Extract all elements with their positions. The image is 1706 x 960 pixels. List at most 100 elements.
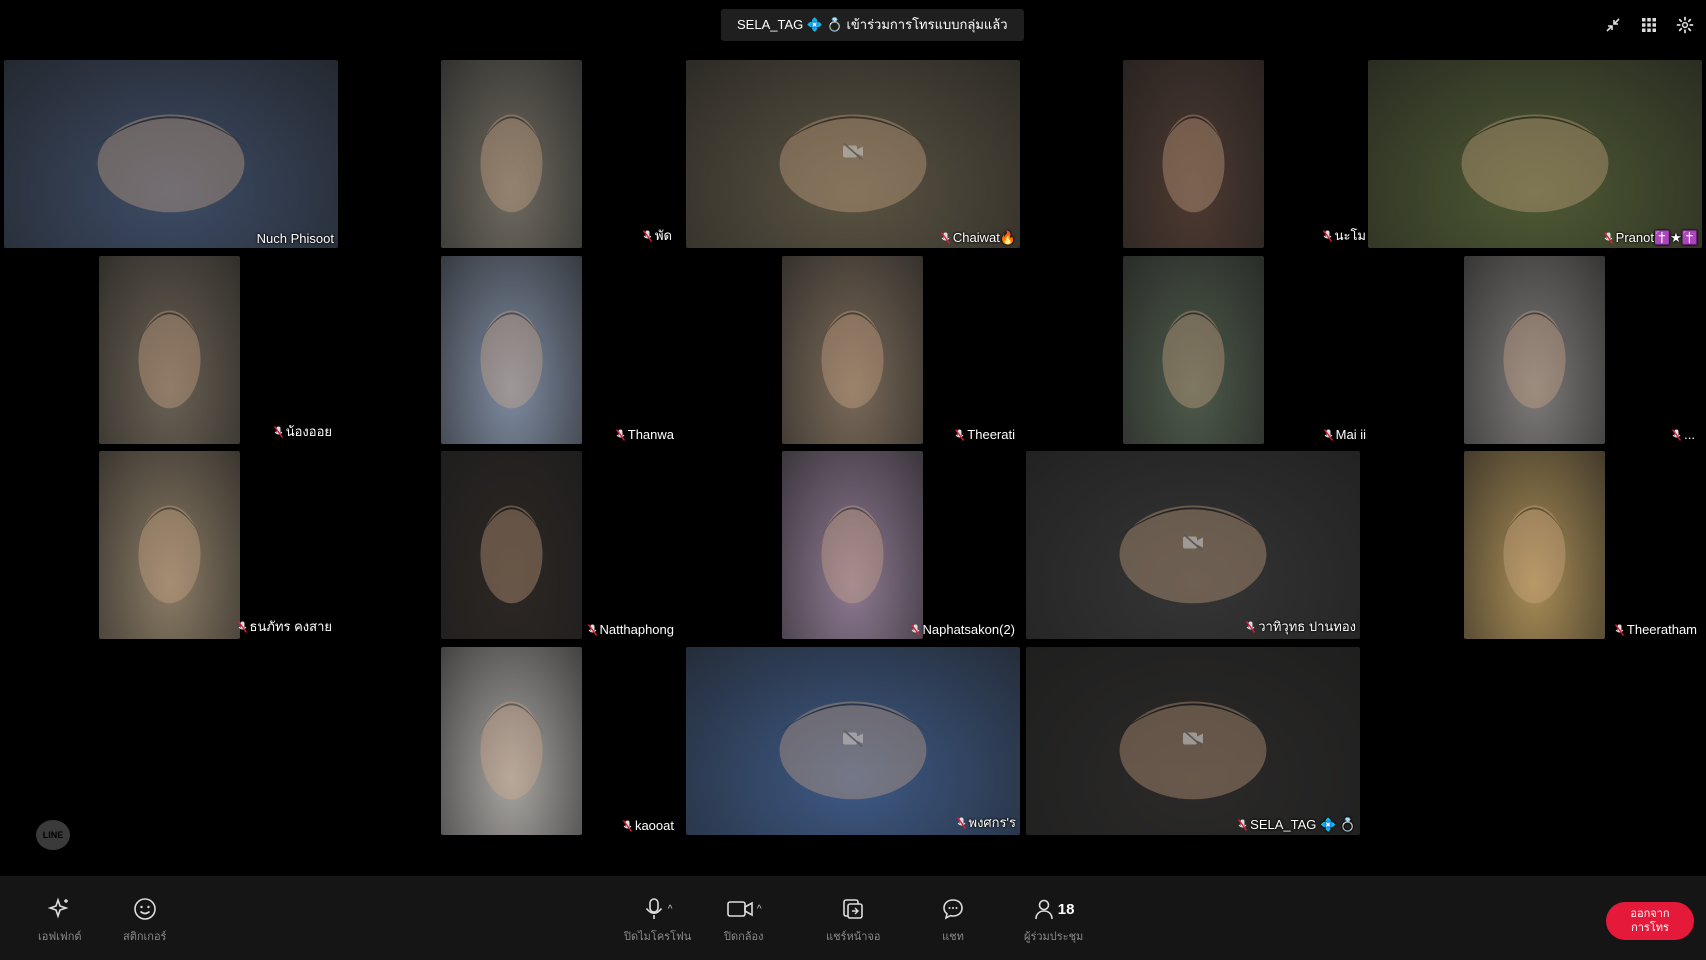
- participant-tile[interactable]: Thanwa: [441, 256, 674, 444]
- participant-name-tag: SELA_TAG 💠 💍: [1238, 817, 1356, 833]
- camera-off-icon: [1182, 533, 1204, 557]
- participant-name-tag: kaooat: [622, 818, 674, 833]
- camera-button[interactable]: ^ ปิดกล้อง: [724, 896, 764, 945]
- mic-muted-icon: [622, 819, 633, 832]
- effects-button[interactable]: เอฟเฟกต์: [38, 896, 82, 945]
- participant-name: Mai ii: [1335, 427, 1366, 442]
- participant-tile[interactable]: น้องออย: [99, 256, 332, 444]
- participant-name: พัด: [654, 228, 672, 243]
- participant-video: [441, 60, 582, 248]
- participant-video: [99, 256, 240, 444]
- participant-name: วาทิวุทธ ปานทอง: [1258, 619, 1356, 634]
- participant-name-tag: Nuch Phisoot: [257, 231, 334, 246]
- participant-video: [441, 451, 582, 639]
- participant-name: Natthaphong: [599, 622, 674, 637]
- participant-name: นะโม: [1334, 228, 1366, 243]
- smiley-icon: [133, 898, 156, 920]
- mic-muted-icon: [1246, 620, 1256, 633]
- participants-count: 18: [1057, 900, 1075, 918]
- participant-name: Pranot✝️★✝️: [1615, 230, 1698, 245]
- leave-call-button[interactable]: ออกจาก การโทร: [1606, 902, 1694, 940]
- mic-muted-icon: [273, 425, 283, 438]
- chat-icon: [943, 899, 963, 920]
- participant-name-tag: Thanwa: [615, 427, 674, 442]
- participant-tile[interactable]: kaooat: [441, 647, 674, 835]
- participant-tile[interactable]: ...: [1464, 256, 1695, 444]
- participant-video: [1123, 60, 1264, 248]
- participant-name-tag: Naphatsakon(2): [910, 622, 1016, 637]
- participant-tile[interactable]: Naphatsakon(2): [782, 451, 1015, 639]
- participant-video: [1123, 256, 1264, 444]
- camera-off-icon: [842, 729, 864, 753]
- participant-name-tag: Mai ii: [1323, 427, 1366, 442]
- participant-name-tag: ...: [1672, 427, 1695, 442]
- participant-tile[interactable]: วาทิวุทธ ปานทอง: [1026, 451, 1360, 639]
- participant-name: ธนภัทร คงสาย: [249, 619, 332, 634]
- participant-tile[interactable]: ธนภัทร คงสาย: [99, 451, 332, 639]
- mic-muted-icon: [940, 232, 950, 244]
- participant-name-tag: Pranot✝️★✝️: [1603, 230, 1698, 246]
- mic-muted-icon: [642, 229, 653, 242]
- participant-tile[interactable]: พงศกร'ร: [686, 647, 1020, 835]
- participant-video: [782, 256, 923, 444]
- participant-video: [1464, 451, 1605, 639]
- participant-video: [441, 647, 582, 835]
- participants-button[interactable]: 18 ผู้ร่วมประชุม: [1024, 896, 1083, 945]
- mic-muted-icon: [1322, 229, 1332, 242]
- chevron-up-icon[interactable]: ^: [668, 904, 673, 915]
- participant-tile[interactable]: นะโม: [1123, 60, 1366, 248]
- mic-muted-icon: [237, 620, 247, 633]
- sparkle-icon: [47, 897, 69, 919]
- participant-name-tag: น้องออย: [273, 421, 332, 442]
- share-screen-icon: [843, 899, 864, 919]
- participant-name: Nuch Phisoot: [256, 231, 334, 246]
- line-logo: LINE: [36, 820, 70, 850]
- grid-view-icon[interactable]: [1638, 14, 1660, 36]
- participant-tile[interactable]: Theerati: [782, 256, 1015, 444]
- bottom-toolbar: เอฟเฟกต์ สติกเกอร์ ^ ปิดไมโครโฟน ^ ปิดกล…: [0, 876, 1706, 960]
- participant-tile[interactable]: Nuch Phisoot: [4, 60, 338, 248]
- participant-tile[interactable]: Theeratham: [1464, 451, 1697, 639]
- mic-muted-icon: [615, 428, 625, 441]
- participant-name-tag: พัด: [642, 225, 672, 246]
- camera-off-icon: [1182, 729, 1204, 753]
- participant-name: น้องออย: [285, 424, 332, 439]
- participant-tile[interactable]: Chaiwat🔥: [686, 60, 1020, 248]
- participant-tile[interactable]: SELA_TAG 💠 💍: [1026, 647, 1360, 835]
- mic-muted-icon: [956, 816, 966, 829]
- mic-muted-icon: [1238, 819, 1248, 831]
- share-screen-button[interactable]: แชร์หน้าจอ: [826, 896, 880, 945]
- participant-name: SELA_TAG 💠 💍: [1250, 817, 1356, 832]
- mic-muted-icon: [1603, 232, 1613, 244]
- settings-icon[interactable]: [1674, 14, 1696, 36]
- participant-video: [99, 451, 240, 639]
- participant-tile[interactable]: Mai ii: [1123, 256, 1366, 444]
- participant-tile[interactable]: พัด: [441, 60, 672, 248]
- participant-name-tag: Theerati: [955, 427, 1015, 442]
- top-right-controls: [1602, 14, 1696, 36]
- participant-name: Thanwa: [627, 427, 674, 442]
- participant-name-tag: Natthaphong: [587, 622, 674, 637]
- chat-button[interactable]: แชท: [941, 896, 965, 945]
- participant-tile[interactable]: Natthaphong: [441, 451, 674, 639]
- participant-name: Theerati: [967, 427, 1015, 442]
- participant-name: Chaiwat🔥: [952, 230, 1016, 245]
- participant-name: พงศกร'ร: [968, 815, 1017, 830]
- participant-tile[interactable]: Pranot✝️★✝️: [1368, 60, 1702, 248]
- camera-off-icon: [842, 142, 864, 166]
- participant-name: Naphatsakon(2): [922, 622, 1016, 637]
- mic-muted-icon: [1323, 428, 1333, 441]
- minimize-icon[interactable]: [1602, 14, 1624, 36]
- microphone-button[interactable]: ^ ปิดไมโครโฟน: [624, 896, 691, 945]
- person-icon: [1034, 899, 1053, 920]
- participant-name-tag: Chaiwat🔥: [940, 230, 1016, 246]
- participant-name: kaooat: [634, 818, 674, 833]
- mic-muted-icon: [1672, 428, 1682, 441]
- mic-muted-icon: [955, 428, 965, 441]
- participant-name: ...: [1684, 427, 1695, 442]
- mic-muted-icon: [910, 623, 920, 636]
- chevron-up-icon[interactable]: ^: [757, 904, 762, 915]
- stickers-button[interactable]: สติกเกอร์: [123, 896, 166, 945]
- participant-name-tag: พงศกร'ร: [956, 812, 1017, 833]
- participant-video: [1368, 60, 1702, 248]
